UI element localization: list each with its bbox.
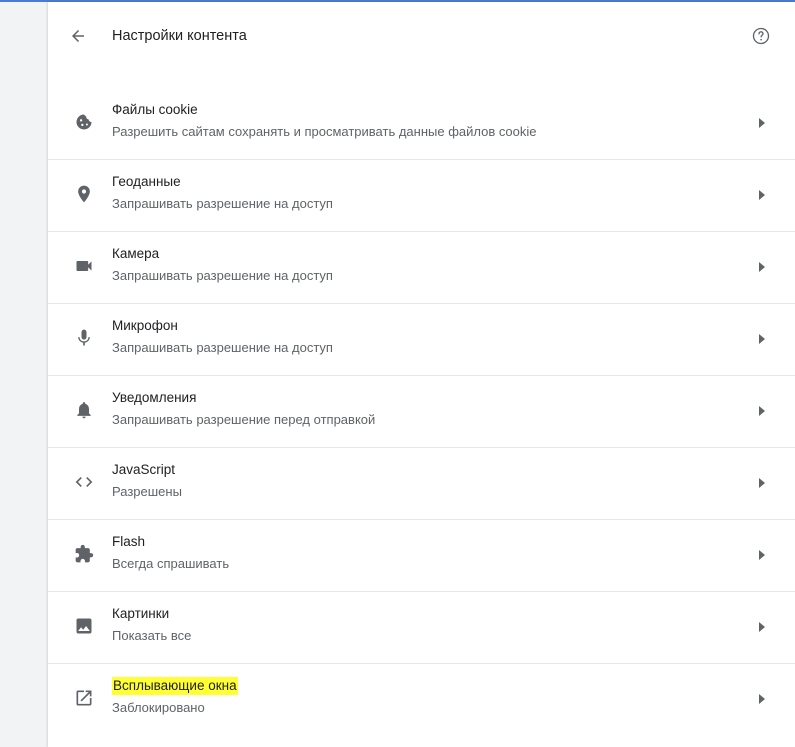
cookie-icon	[72, 110, 96, 134]
setting-subtitle: Разрешить сайтам сохранять и просматрива…	[112, 124, 537, 139]
setting-row-microphone[interactable]: Микрофон Запрашивать разрешение на досту…	[48, 303, 795, 375]
chevron-right-icon	[757, 549, 767, 561]
setting-title: Микрофон	[112, 318, 178, 333]
setting-row-images[interactable]: Картинки Показать все	[48, 591, 795, 663]
back-button[interactable]	[66, 24, 90, 48]
setting-title: JavaScript	[112, 462, 176, 477]
puzzle-icon	[72, 542, 96, 566]
setting-subtitle: Запрашивать разрешение на доступ	[112, 340, 333, 355]
setting-title: Файлы cookie	[112, 102, 198, 117]
help-circle-icon	[752, 27, 770, 45]
setting-subtitle: Запрашивать разрешение перед отправкой	[112, 412, 376, 427]
bell-icon	[72, 398, 96, 422]
mic-icon	[72, 326, 96, 350]
open-in-new-icon	[72, 686, 96, 710]
chevron-right-icon	[757, 333, 767, 345]
content-settings-card: Настройки контента Файлы cookie Разрешит…	[48, 2, 795, 747]
page-header: Настройки контента	[48, 2, 795, 74]
setting-title: Flash	[112, 534, 146, 549]
page-title: Настройки контента	[112, 28, 247, 44]
setting-row-cookies[interactable]: Файлы cookie Разрешить сайтам сохранять …	[48, 88, 795, 159]
setting-row-camera[interactable]: Камера Запрашивать разрешение на доступ	[48, 231, 795, 303]
code-icon	[72, 470, 96, 494]
chevron-right-icon	[757, 189, 767, 201]
image-icon	[72, 614, 96, 638]
setting-subtitle: Всегда спрашивать	[112, 556, 230, 571]
setting-title: Уведомления	[112, 390, 197, 405]
chevron-right-icon	[757, 621, 767, 633]
chevron-right-icon	[757, 261, 767, 273]
chevron-right-icon	[757, 477, 767, 489]
setting-title: Картинки	[112, 606, 170, 621]
setting-subtitle: Разрешены	[112, 484, 182, 499]
settings-list: Файлы cookie Разрешить сайтам сохранять …	[48, 88, 795, 735]
setting-title: Камера	[112, 246, 160, 261]
location-pin-icon	[72, 182, 96, 206]
videocam-icon	[72, 254, 96, 278]
setting-subtitle: Показать все	[112, 628, 192, 643]
setting-subtitle: Заблокировано	[112, 700, 205, 715]
chevron-right-icon	[757, 117, 767, 129]
setting-row-javascript[interactable]: JavaScript Разрешены	[48, 447, 795, 519]
setting-row-popups[interactable]: Всплывающие окна Заблокировано	[48, 663, 795, 735]
setting-row-notifications[interactable]: Уведомления Запрашивать разрешение перед…	[48, 375, 795, 447]
left-margin	[0, 2, 48, 747]
setting-row-flash[interactable]: Flash Всегда спрашивать	[48, 519, 795, 591]
arrow-left-icon	[72, 30, 84, 42]
setting-title: Геоданные	[112, 174, 181, 189]
chevron-right-icon	[757, 405, 767, 417]
help-button[interactable]	[749, 24, 773, 48]
setting-title-highlighted: Всплывающие окна	[112, 677, 238, 695]
chevron-right-icon	[757, 693, 767, 705]
setting-subtitle: Запрашивать разрешение на доступ	[112, 268, 333, 283]
setting-row-location[interactable]: Геоданные Запрашивать разрешение на дост…	[48, 159, 795, 231]
setting-subtitle: Запрашивать разрешение на доступ	[112, 196, 333, 211]
